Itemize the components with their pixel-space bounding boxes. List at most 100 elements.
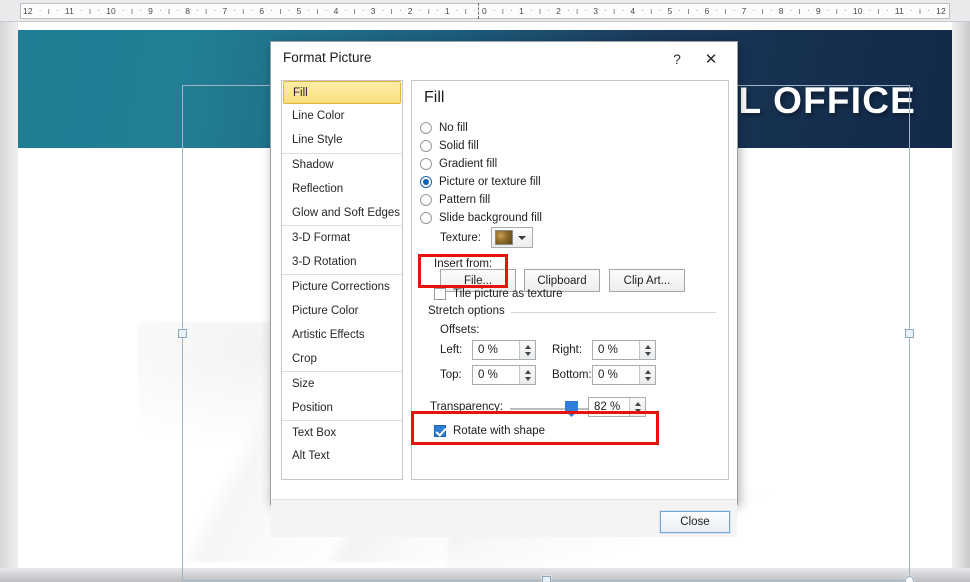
ruler-tick-label: 7 [742,4,747,18]
stage-right-margin [952,22,970,582]
offset-top-value[interactable]: 0 % [473,369,519,381]
tile-picture-as-texture-checkbox[interactable]: Tile picture as texture [434,288,563,300]
offset-right-value[interactable]: 0 % [593,344,639,356]
transparency-value[interactable]: 82 % [589,401,629,413]
close-icon[interactable]: ✕ [699,48,723,70]
offset-top-stepper[interactable]: 0 % [472,365,536,385]
sidebar-item-position[interactable]: Position [282,396,402,420]
ruler-minor-tick: · [696,4,699,18]
radio-label: Picture or texture fill [439,176,541,188]
sidebar-item-text-box[interactable]: Text Box [282,420,402,444]
sidebar-item-size[interactable]: Size [282,371,402,395]
stepper-down-icon[interactable] [635,409,641,413]
ruler-minor-tick: · [753,4,756,18]
sidebar-item-picture-color[interactable]: Picture Color [282,298,402,322]
ruler-tab-marker[interactable] [478,3,479,19]
stepper-arrows[interactable] [639,366,655,384]
sidebar-item-glow-and-soft-edges[interactable]: Glow and Soft Edges [282,201,402,225]
sidebar-item-line-style[interactable]: Line Style [282,128,402,152]
radio-no-fill[interactable]: No fill [420,119,468,136]
help-icon[interactable]: ? [665,48,689,70]
transparency-slider[interactable] [510,407,590,411]
radio-solid-fill[interactable]: Solid fill [420,137,479,154]
texture-dropdown[interactable] [491,227,533,248]
ruler-tick-label: 3 [593,4,598,18]
sidebar-item-alt-text[interactable]: Alt Text [282,444,402,468]
checkbox-label: Tile picture as texture [453,288,563,300]
sidebar-item-3d-rotation[interactable]: 3-D Rotation [282,250,402,274]
ruler-tick-label: 7 [222,4,227,18]
stepper-arrows[interactable] [639,341,655,359]
offset-left-stepper[interactable]: 0 % [472,340,536,360]
ruler-half-tick: ı [465,4,468,18]
ruler-minor-tick: · [344,4,347,18]
ruler-minor-tick: · [362,4,365,18]
radio-slide-background-fill[interactable]: Slide background fill [420,209,542,226]
offset-bottom-value[interactable]: 0 % [593,369,639,381]
sidebar-item-label: Size [292,378,314,390]
insert-from-clip-art-button[interactable]: Clip Art... [609,269,685,292]
stepper-arrows[interactable] [629,398,645,416]
stage-bottom-margin [0,568,970,582]
radio-picture-or-texture-fill[interactable]: Picture or texture fill [420,173,541,190]
ruler-minor-tick: · [659,4,662,18]
radio-pattern-fill[interactable]: Pattern fill [420,191,490,208]
radio-gradient-fill[interactable]: Gradient fill [420,155,497,172]
offset-bottom-stepper[interactable]: 0 % [592,365,656,385]
horizontal-ruler[interactable]: 12·ı·11·ı·10·ı·9·ı·8·ı·7·ı·6·ı·5·ı·4·ı·3… [0,0,970,22]
stepper-down-icon[interactable] [525,352,531,356]
sidebar-item-3d-format[interactable]: 3-D Format [282,225,402,249]
ruler-half-tick: ı [724,4,727,18]
stepper-up-icon[interactable] [645,345,651,349]
sidebar-item-artistic-effects[interactable]: Artistic Effects [282,323,402,347]
ruler-minor-tick: · [56,4,59,18]
ruler-tick-label: 8 [779,4,784,18]
ruler-tick-label: 4 [334,4,339,18]
ruler-minor-tick: · [436,4,439,18]
offset-right-stepper[interactable]: 0 % [592,340,656,360]
offsets-label: Offsets: [440,324,485,336]
slider-thumb[interactable] [565,401,578,417]
sidebar-item-label: Reflection [292,183,343,195]
radio-indicator [420,176,432,188]
ruler-minor-tick: · [567,4,570,18]
ruler-minor-tick: · [176,4,179,18]
transparency-stepper[interactable]: 82 % [588,397,646,417]
stepper-arrows[interactable] [519,366,535,384]
dialog-category-list[interactable]: Fill Line Color Line Style Shadow Reflec… [281,80,403,480]
ruler-minor-tick: · [139,4,142,18]
powerpoint-editor-window: 12·ı·11·ı·10·ı·9·ı·8·ı·7·ı·6·ı·5·ı·4·ı·3… [0,0,970,582]
close-button[interactable]: Close [660,511,730,533]
sidebar-item-crop[interactable]: Crop [282,347,402,371]
radio-indicator [420,158,432,170]
stepper-down-icon[interactable] [645,352,651,356]
stepper-down-icon[interactable] [525,377,531,381]
ruler-minor-tick: · [510,4,513,18]
slider-track[interactable] [510,408,590,410]
ruler-scale[interactable]: 12·ı·11·ı·10·ı·9·ı·8·ı·7·ı·6·ı·5·ı·4·ı·3… [20,3,950,19]
sidebar-item-line-color[interactable]: Line Color [282,104,402,128]
dialog-body: Fill Line Color Line Style Shadow Reflec… [271,75,737,506]
sidebar-item-fill[interactable]: Fill [283,81,401,104]
offset-right-label: Right: [552,344,582,356]
offset-left-label: Left: [440,344,462,356]
ruler-minor-tick: · [80,4,83,18]
sidebar-item-reflection[interactable]: Reflection [282,177,402,201]
offset-left-value[interactable]: 0 % [473,344,519,356]
stepper-up-icon[interactable] [635,402,641,406]
ruler-minor-tick: · [214,4,217,18]
texture-label: Texture: [440,232,481,244]
ruler-tick-label: 10 [106,4,116,18]
stepper-up-icon[interactable] [525,345,531,349]
ruler-minor-tick: · [493,4,496,18]
stepper-arrows[interactable] [519,341,535,359]
stepper-up-icon[interactable] [645,370,651,374]
ruler-half-tick: ı [427,4,430,18]
sidebar-item-shadow[interactable]: Shadow [282,153,402,177]
sidebar-item-picture-corrections[interactable]: Picture Corrections [282,274,402,298]
stepper-down-icon[interactable] [645,377,651,381]
rotate-with-shape-checkbox[interactable]: Rotate with shape [434,425,545,437]
format-picture-dialog[interactable]: Format Picture ? ✕ Fill Line Color Line … [270,41,738,505]
ruler-half-tick: ı [502,4,505,18]
stepper-up-icon[interactable] [525,370,531,374]
